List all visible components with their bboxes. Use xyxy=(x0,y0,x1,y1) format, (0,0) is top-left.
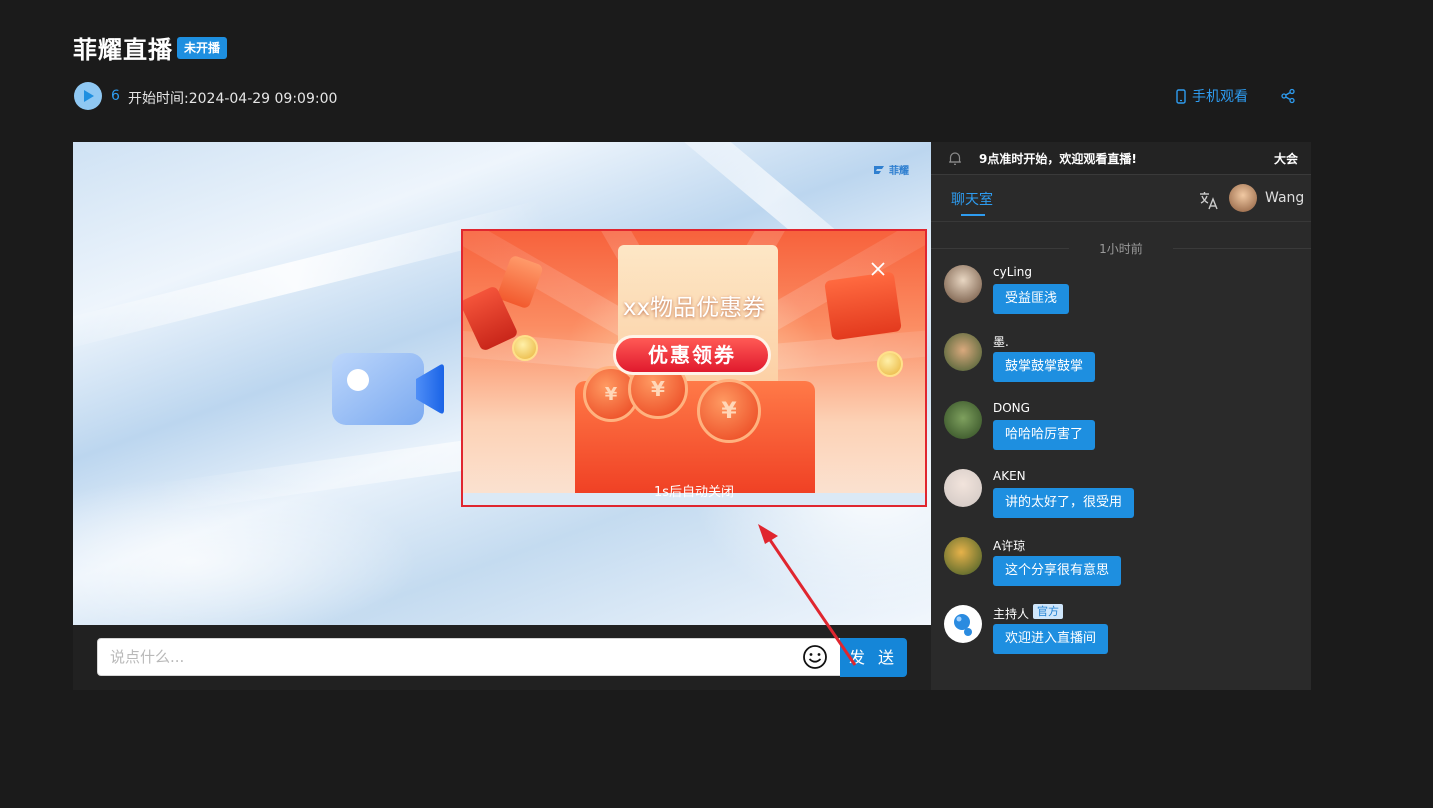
status-badge: 未开播 xyxy=(177,37,228,59)
avatar[interactable] xyxy=(944,265,982,303)
claim-coupon-button[interactable]: 优惠领券 xyxy=(613,335,771,375)
message-bubble: 欢迎进入直播间 xyxy=(993,624,1109,654)
phone-icon xyxy=(1176,88,1186,104)
avatar[interactable] xyxy=(944,605,982,643)
mobile-watch-label: 手机观看 xyxy=(1192,89,1248,105)
message-bubble: 哈哈哈厉害了 xyxy=(993,420,1096,450)
message-username: 墨. xyxy=(993,335,1009,349)
message-username: cyLing xyxy=(993,265,1032,279)
chat-tabs: 聊天室 Wang xyxy=(931,175,1311,222)
annotation-arrow xyxy=(758,524,857,666)
chat-message: DONG 哈哈哈厉害了 xyxy=(944,401,1304,461)
play-button[interactable] xyxy=(74,82,102,110)
avatar[interactable] xyxy=(944,469,982,507)
brand-logo-icon xyxy=(874,165,884,174)
notice-text: 9点准时开始，欢迎观看直播! xyxy=(979,152,1137,166)
video-camera-icon xyxy=(332,353,444,425)
page-title: 菲耀直播 xyxy=(73,36,173,64)
message-bubble: 讲的太好了，很受用 xyxy=(993,488,1135,518)
official-tag: 官方 xyxy=(1033,604,1063,619)
message-username: DONG xyxy=(993,401,1030,415)
bell-icon xyxy=(949,152,961,165)
notice-text-overflow: 大会 xyxy=(1274,152,1299,166)
start-time: 开始时间:2024-04-29 09:09:00 xyxy=(128,91,338,107)
gold-coin xyxy=(512,335,538,361)
message-username: A许琼 xyxy=(993,539,1026,553)
chat-sidebar: 9点准时开始，欢迎观看直播! 大会 聊天室 Wang 1小时前 cyLing 受… xyxy=(931,142,1311,690)
user-name: Wang xyxy=(1265,190,1305,206)
share-icon xyxy=(1281,88,1295,104)
coin-icon: ¥ xyxy=(697,379,761,443)
host-avatar-icon xyxy=(954,614,972,636)
message-username: 主持人 xyxy=(993,607,1030,621)
message-bubble: 鼓掌鼓掌鼓掌 xyxy=(993,352,1096,382)
avatar[interactable] xyxy=(1229,184,1257,212)
chat-message: 墨. 鼓掌鼓掌鼓掌 xyxy=(944,333,1304,393)
translate-icon[interactable] xyxy=(1199,190,1219,210)
play-icon xyxy=(84,90,94,102)
auto-close-countdown: 1s后自动关闭 xyxy=(653,485,735,500)
avatar[interactable] xyxy=(944,537,982,575)
mobile-watch-link[interactable]: 手机观看 xyxy=(1176,86,1248,106)
coupon-title: xx物品优惠券 xyxy=(622,295,766,321)
avatar[interactable] xyxy=(944,333,982,371)
chat-message: A许琼 这个分享很有意思 xyxy=(944,537,1304,597)
chat-message: AKEN 讲的太好了，很受用 xyxy=(944,469,1304,529)
chat-message: 主持人 官方 欢迎进入直播间 xyxy=(944,604,1304,665)
share-button[interactable] xyxy=(1280,88,1296,108)
brand-logo-text: 菲耀 xyxy=(889,166,909,177)
viewer-count: 6 xyxy=(111,88,120,104)
divider xyxy=(1173,248,1311,249)
chat-input[interactable] xyxy=(97,638,841,676)
avatar[interactable] xyxy=(944,401,982,439)
close-icon[interactable] xyxy=(868,259,888,279)
tab-chatroom[interactable]: 聊天室 xyxy=(951,189,993,209)
chat-message: cyLing 受益匪浅 xyxy=(944,265,1304,325)
brand-logo: 菲耀 xyxy=(872,162,909,177)
tab-active-indicator xyxy=(961,214,985,216)
message-bubble: 这个分享很有意思 xyxy=(993,556,1122,586)
notice-bar: 9点准时开始，欢迎观看直播! 大会 xyxy=(931,142,1311,175)
message-bubble: 受益匪浅 xyxy=(993,284,1070,314)
gold-coin xyxy=(877,351,903,377)
coupon-popup[interactable]: ¥ ¥ ¥ xx物品优惠券 优惠领券 1s后自动关闭 xyxy=(461,229,927,507)
message-username: AKEN xyxy=(993,469,1026,483)
